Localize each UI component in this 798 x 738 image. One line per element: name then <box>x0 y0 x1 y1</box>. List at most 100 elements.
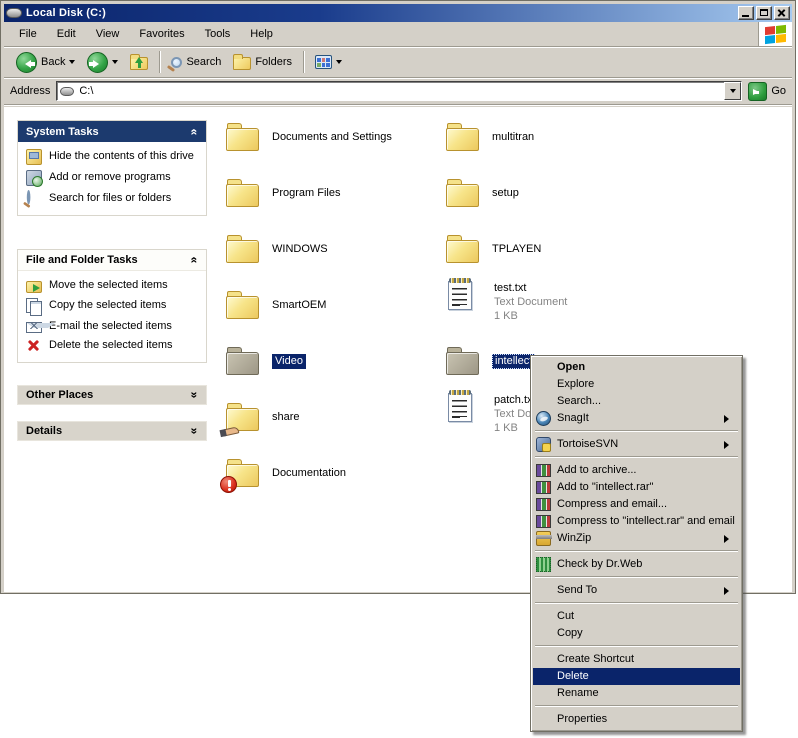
context-menu-item-add-to-intellect-rar[interactable]: Add to "intellect.rar" <box>533 479 740 496</box>
winrar-icon <box>536 498 551 511</box>
search-button[interactable]: Search <box>167 54 225 70</box>
menu-separator <box>533 642 740 651</box>
context-menu-item-send-to[interactable]: Send To <box>533 582 740 599</box>
back-dropdown-icon[interactable] <box>69 60 75 67</box>
context-menu-item-compress-to-intellect-rar-and-email[interactable]: Compress to "intellect.rar" and email <box>533 513 740 530</box>
context-menu-item-search[interactable]: Search... <box>533 393 740 410</box>
file-documents-and-settings[interactable]: Documents and Settings <box>226 117 392 157</box>
file-setup[interactable]: setup <box>446 173 519 213</box>
file-test-txt[interactable]: test.txt Text Document 1 KB <box>446 279 567 329</box>
context-menu-item-copy[interactable]: Copy <box>533 625 740 642</box>
file-size: 1 KB <box>494 309 567 323</box>
go-button[interactable]: Go <box>748 82 786 101</box>
menu-separator <box>533 573 740 582</box>
context-menu-item-cut[interactable]: Cut <box>533 608 740 625</box>
task-label: Move the selected items <box>49 279 168 292</box>
winrar-icon <box>536 481 551 494</box>
other-places-header[interactable]: Other Places » <box>17 385 207 405</box>
maximize-icon <box>760 9 768 16</box>
file-label: setup <box>492 187 519 200</box>
task-copy-items[interactable]: Copy the selected items <box>26 299 200 314</box>
alert-icon <box>220 476 237 493</box>
task-label: Hide the contents of this drive <box>49 150 194 163</box>
forward-dropdown-icon[interactable] <box>112 60 118 67</box>
task-email-items[interactable]: E-mail the selected items <box>26 320 200 333</box>
task-delete-items[interactable]: Delete the selected items <box>26 339 200 354</box>
context-menu-item-check-by-drweb[interactable]: Check by Dr.Web <box>533 556 740 573</box>
disk-icon <box>60 87 74 96</box>
file-intellect-selected[interactable]: intellect <box>446 341 535 381</box>
menu-edit[interactable]: Edit <box>48 26 85 42</box>
context-menu-item-rename[interactable]: Rename <box>533 685 740 702</box>
minimize-button[interactable] <box>738 6 754 20</box>
task-add-remove-programs[interactable]: Add or remove programs <box>26 171 200 186</box>
folders-button[interactable]: Folders <box>229 52 296 72</box>
file-label: share <box>272 411 300 424</box>
file-share[interactable]: share <box>226 397 300 437</box>
task-search-files[interactable]: Search for files or folders <box>26 192 200 207</box>
system-tasks-header[interactable]: System Tasks « <box>18 121 206 142</box>
toolbar-separator <box>303 51 304 73</box>
file-windows[interactable]: WINDOWS <box>226 229 328 269</box>
context-menu-item-snagit[interactable]: SnagIt <box>533 410 740 427</box>
views-dropdown-icon[interactable] <box>336 60 342 67</box>
file-video-selected[interactable]: Video <box>226 341 306 381</box>
context-menu-item-compress-and-email[interactable]: Compress and email... <box>533 496 740 513</box>
task-label: Add or remove programs <box>49 171 171 184</box>
task-move-items[interactable]: Move the selected items <box>26 279 200 293</box>
up-button[interactable] <box>126 52 152 72</box>
address-value: C:\ <box>79 85 93 97</box>
address-dropdown-button[interactable] <box>724 82 741 100</box>
chevron-up-icon[interactable]: « <box>188 128 202 135</box>
views-button[interactable] <box>311 53 346 71</box>
folders-icon <box>233 57 251 70</box>
context-menu-item-add-to-archive[interactable]: Add to archive... <box>533 462 740 479</box>
address-input[interactable]: C:\ <box>56 81 742 101</box>
windows-logo <box>758 22 792 46</box>
context-menu-item-winzip[interactable]: WinZip <box>533 530 740 547</box>
file-label: multitran <box>492 131 534 144</box>
details-header[interactable]: Details » <box>17 421 207 441</box>
maximize-button[interactable] <box>756 6 772 20</box>
file-documentation[interactable]: Documentation <box>226 453 346 493</box>
close-button[interactable] <box>774 6 790 20</box>
menu-help[interactable]: Help <box>241 26 282 42</box>
context-menu-item-tortoisesvn[interactable]: TortoiseSVN <box>533 436 740 453</box>
file-program-files[interactable]: Program Files <box>226 173 340 213</box>
menu-file[interactable]: File <box>10 26 46 42</box>
file-tplayen[interactable]: TPLAYEN <box>446 229 541 269</box>
folder-icon <box>446 233 480 265</box>
task-label: Search for files or folders <box>49 192 171 205</box>
back-button[interactable]: Back <box>12 50 79 75</box>
chevron-down-icon <box>730 89 736 96</box>
menu-view[interactable]: View <box>87 26 129 42</box>
task-hide-contents[interactable]: Hide the contents of this drive <box>26 150 200 165</box>
chevron-up-icon[interactable]: « <box>188 257 202 264</box>
context-menu-item-create-shortcut[interactable]: Create Shortcut <box>533 651 740 668</box>
file-label: WINDOWS <box>272 243 328 256</box>
windows-flag-icon <box>765 24 786 43</box>
menu-favorites[interactable]: Favorites <box>130 26 193 42</box>
toolbar-separator <box>159 51 160 73</box>
system-tasks-title: System Tasks <box>26 126 99 138</box>
context-menu-item-explore[interactable]: Explore <box>533 376 740 393</box>
chevron-double-down-icon[interactable]: » <box>188 392 202 399</box>
context-menu-item-open[interactable]: Open <box>533 359 740 376</box>
file-label: Documents and Settings <box>272 131 392 144</box>
file-smartoem[interactable]: SmartOEM <box>226 285 326 325</box>
file-label: TPLAYEN <box>492 243 541 256</box>
forward-button[interactable] <box>83 50 122 75</box>
file-folder-tasks-panel: File and Folder Tasks « Move the selecte… <box>17 249 207 363</box>
menu-separator <box>533 599 740 608</box>
toolbar: Back Search Folders <box>4 47 792 78</box>
title-bar[interactable]: Local Disk (C:) <box>4 4 792 22</box>
file-label: Program Files <box>272 187 340 200</box>
context-menu-item-delete[interactable]: Delete <box>533 668 740 685</box>
submenu-arrow-icon <box>724 535 733 543</box>
file-multitran[interactable]: multitran <box>446 117 534 157</box>
back-icon <box>16 52 37 73</box>
context-menu-item-properties[interactable]: Properties <box>533 711 740 728</box>
chevron-double-down-icon[interactable]: » <box>188 428 202 435</box>
menu-tools[interactable]: Tools <box>196 26 240 42</box>
file-folder-tasks-header[interactable]: File and Folder Tasks « <box>18 250 206 271</box>
